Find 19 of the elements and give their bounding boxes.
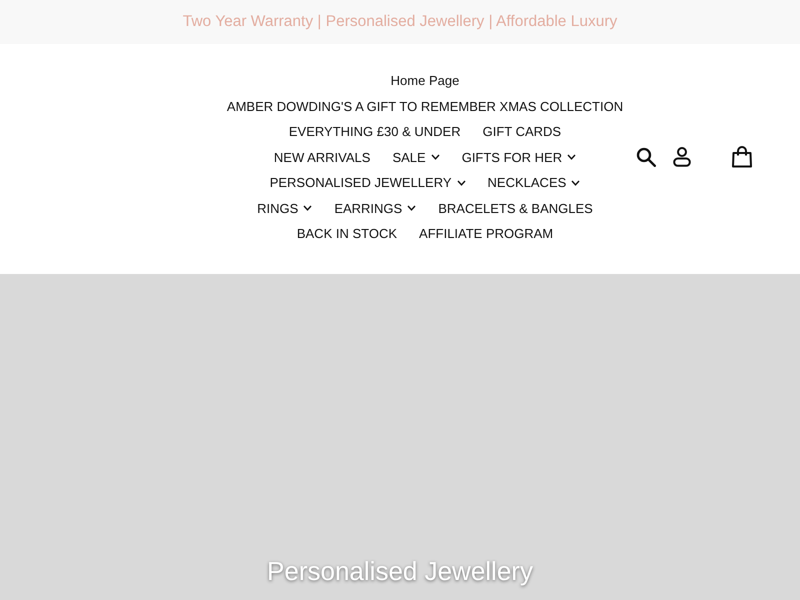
- nav-link[interactable]: BACK IN STOCK: [296, 221, 398, 246]
- hero-title: Personalised Jewellery: [267, 554, 533, 588]
- nav-link[interactable]: NEW ARRIVALS: [274, 144, 370, 170]
- shopping-bag-icon[interactable]: [731, 146, 753, 168]
- nav-link[interactable]: SALE: [392, 144, 440, 170]
- nav-link[interactable]: EVERYTHING £30 & UNDER: [288, 119, 461, 144]
- search-icon[interactable]: [636, 147, 656, 168]
- nav-link[interactable]: BRACELETS & BANGLES: [438, 196, 593, 221]
- account-icon[interactable]: [673, 147, 691, 168]
- nav-link[interactable]: AMBER DOWDING'S A GIFT TO REMEMBER XMAS COLLECTION: [226, 94, 624, 119]
- nav-link[interactable]: GIFT CARDS: [482, 119, 562, 144]
- nav-link[interactable]: NECKLACES: [488, 170, 580, 196]
- nav-link[interactable]: Home Page: [390, 68, 460, 94]
- nav-link[interactable]: GIFTS FOR HER: [462, 144, 576, 170]
- announcement-text: Two Year Warranty | Personalised Jewellery | Affordable Luxury: [182, 13, 618, 31]
- nav-link[interactable]: EARRINGS: [334, 196, 416, 221]
- nav-link[interactable]: RINGS: [257, 196, 312, 221]
- nav-link[interactable]: AFFILIATE PROGRAM: [419, 221, 554, 246]
- nav-link[interactable]: PERSONALISED JEWELLERY: [270, 170, 466, 196]
